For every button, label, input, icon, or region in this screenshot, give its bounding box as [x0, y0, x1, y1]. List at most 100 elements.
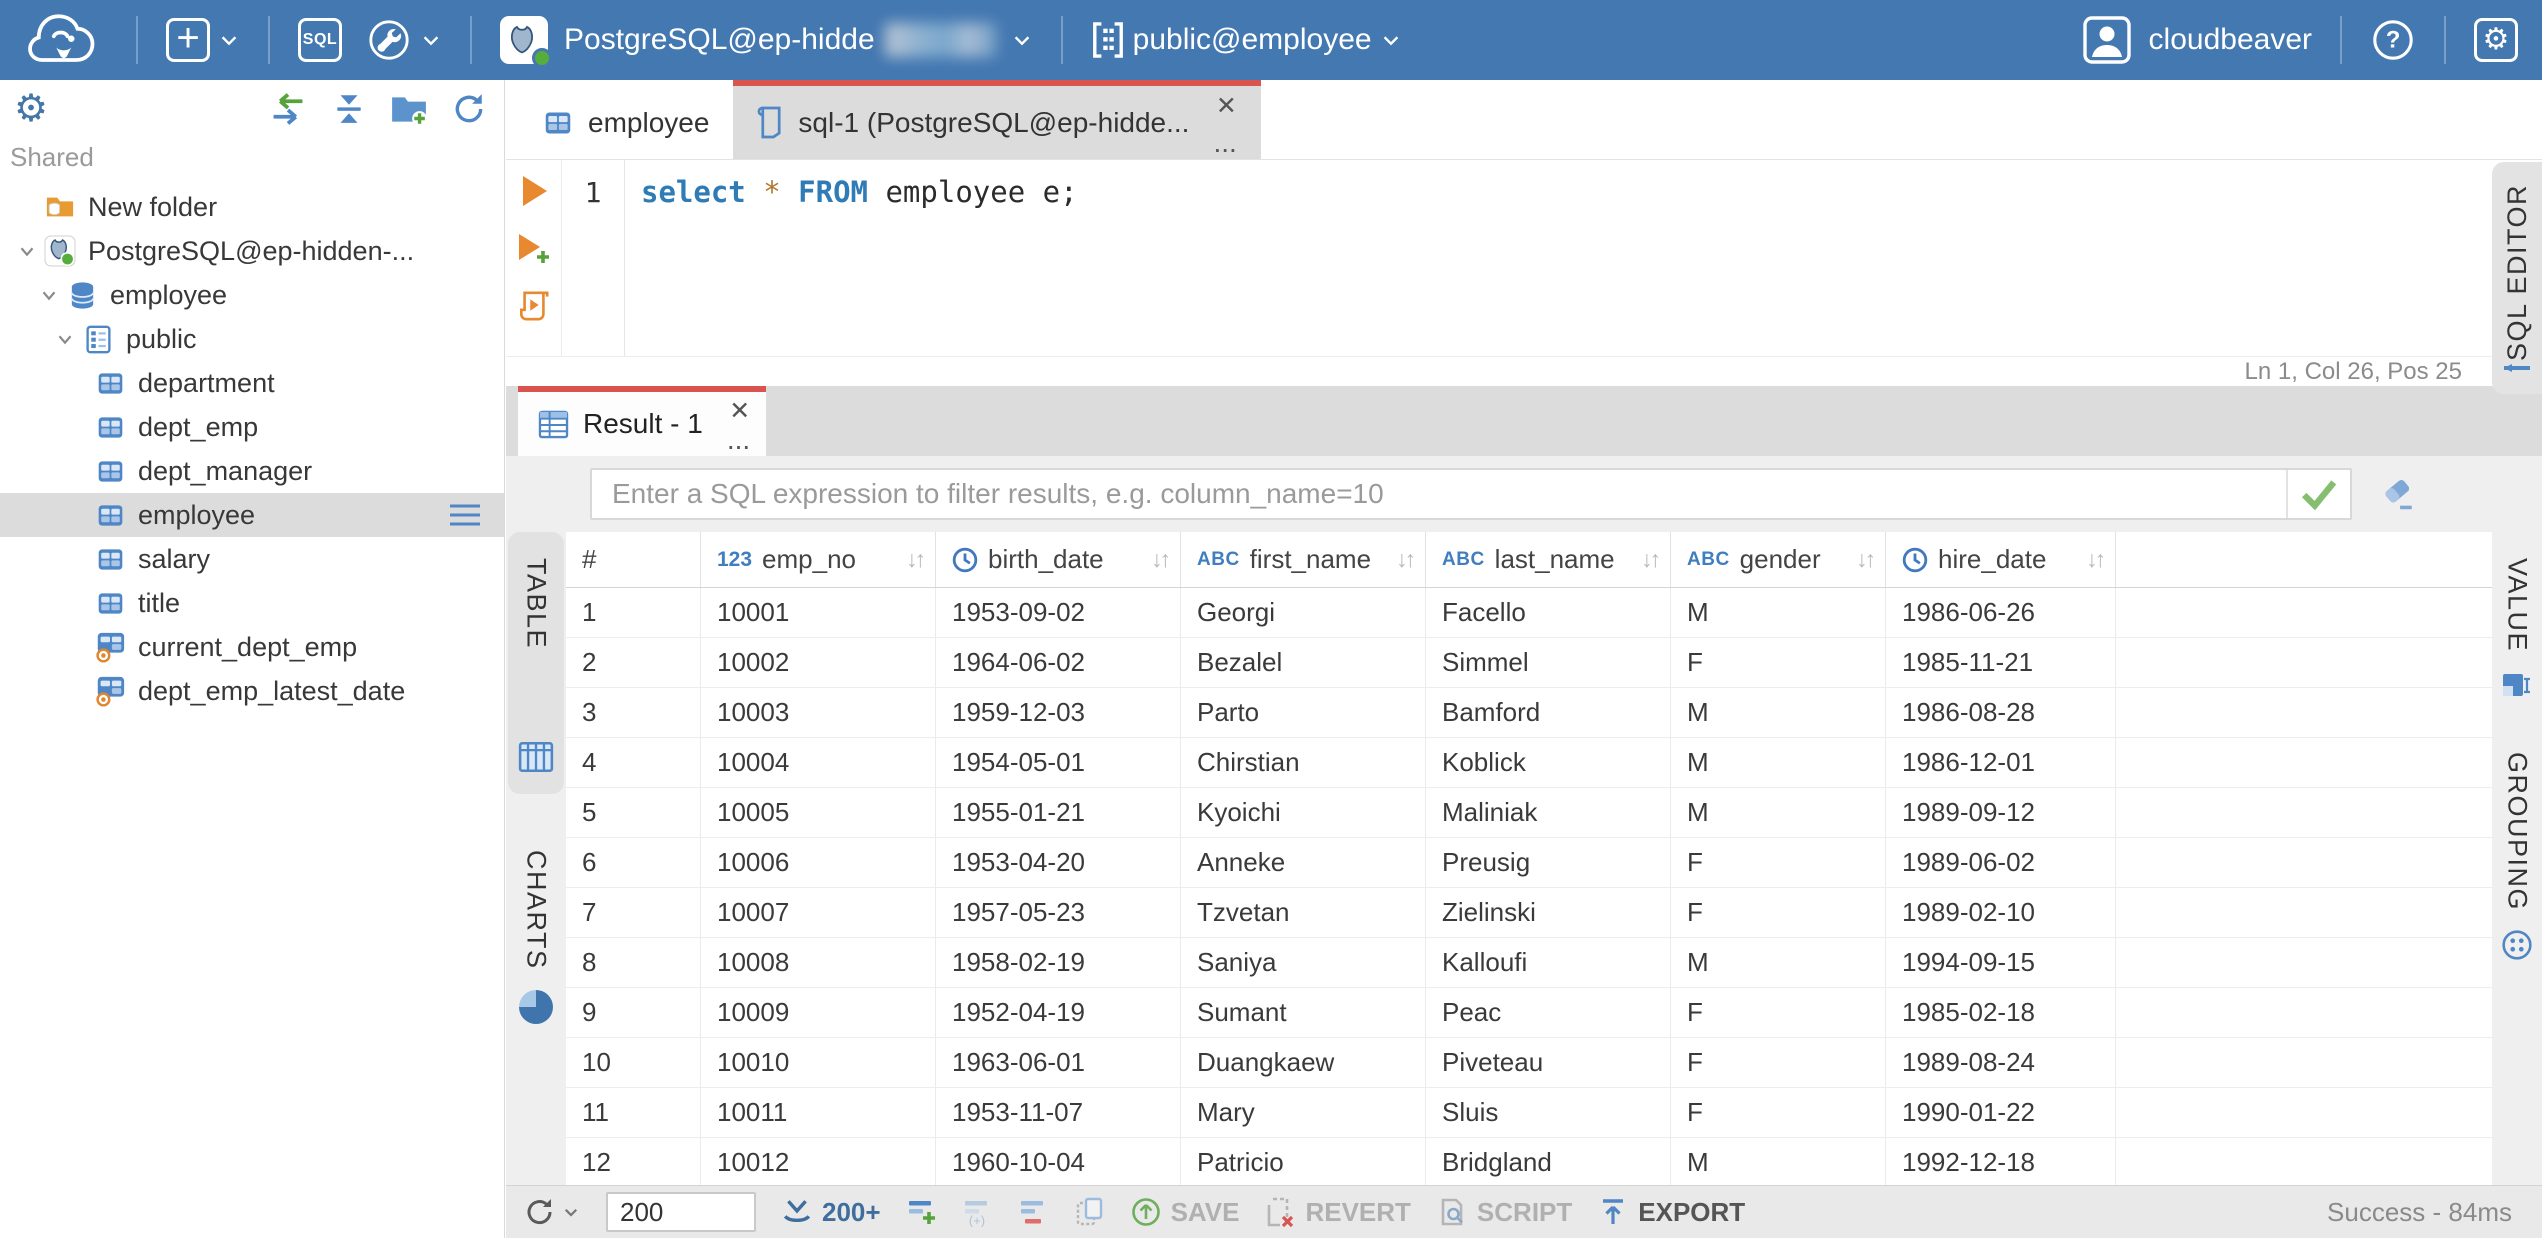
tab-table-view[interactable]: TABLE [508, 532, 564, 794]
cell[interactable]: 1958-02-19 [936, 938, 1181, 987]
cell[interactable]: 1986-08-28 [1886, 688, 2116, 737]
tab-sql-editor-vertical[interactable]: SQL EDITOR [2492, 162, 2542, 394]
user-menu[interactable]: cloudbeaver [2082, 16, 2312, 64]
cell[interactable]: 10009 [701, 988, 936, 1037]
tab-menu-icon[interactable]: ... [727, 426, 750, 454]
settings-button[interactable]: ⚙ [2474, 18, 2518, 62]
tab-charts-view[interactable]: CHARTS [508, 850, 564, 1024]
cell[interactable]: Maliniak [1426, 788, 1671, 837]
cell[interactable]: 10005 [701, 788, 936, 837]
tree-item-postgresql-ep-hidden-[interactable]: PostgreSQL@ep-hidden-... [0, 229, 504, 273]
cell[interactable]: 10007 [701, 888, 936, 937]
cell[interactable]: M [1671, 788, 1886, 837]
tab-grouping-panel[interactable]: GROUPING [2502, 752, 2533, 911]
cell[interactable]: Chirstian [1181, 738, 1426, 787]
new-folder-icon[interactable] [390, 92, 428, 126]
cell[interactable]: 1985-11-21 [1886, 638, 2116, 687]
cell[interactable]: Facello [1426, 588, 1671, 637]
cell[interactable]: 1989-09-12 [1886, 788, 2116, 837]
tree-item-title[interactable]: title [0, 581, 504, 625]
row-number[interactable]: 12 [566, 1138, 701, 1185]
sql-editor-button[interactable]: SQL [298, 18, 342, 62]
column-header-first_name[interactable]: ABC first_name ↓↑ [1181, 532, 1426, 587]
row-number[interactable]: 11 [566, 1088, 701, 1137]
export-button[interactable]: EXPORT [1598, 1197, 1745, 1228]
tree-item-dept-emp-latest-date[interactable]: dept_emp_latest_date [0, 669, 504, 713]
delete-row-button[interactable] [1019, 1197, 1049, 1227]
cell[interactable]: 10012 [701, 1138, 936, 1185]
column-header-hire_date[interactable]: hire_date ↓↑ [1886, 532, 2116, 587]
close-icon[interactable]: ✕ [1216, 93, 1237, 118]
cell[interactable]: 1964-06-02 [936, 638, 1181, 687]
cell[interactable]: Georgi [1181, 588, 1426, 637]
tree-item-salary[interactable]: salary [0, 537, 504, 581]
refresh-results-button[interactable] [524, 1196, 580, 1228]
cell[interactable]: M [1671, 938, 1886, 987]
execute-new-tab-button[interactable] [516, 232, 552, 266]
filter-input[interactable] [592, 470, 2286, 518]
cell[interactable]: Sluis [1426, 1088, 1671, 1137]
cell[interactable]: 10006 [701, 838, 936, 887]
cell[interactable]: 10001 [701, 588, 936, 637]
cell[interactable]: Bamford [1426, 688, 1671, 737]
column-header-last_name[interactable]: ABC last_name ↓↑ [1426, 532, 1671, 587]
duplicate-row-button[interactable]: (+) [963, 1197, 993, 1227]
column-header-gender[interactable]: ABC gender ↓↑ [1671, 532, 1886, 587]
cell[interactable]: 10010 [701, 1038, 936, 1087]
cell[interactable]: Preusig [1426, 838, 1671, 887]
chevron-down-icon[interactable] [14, 240, 40, 262]
cell[interactable]: 10002 [701, 638, 936, 687]
row-number[interactable]: 6 [566, 838, 701, 887]
tree-item-dept-emp[interactable]: dept_emp [0, 405, 504, 449]
cell[interactable]: Bezalel [1181, 638, 1426, 687]
clear-filter-button[interactable] [2380, 476, 2416, 512]
tree-item-dept-manager[interactable]: dept_manager [0, 449, 504, 493]
cell[interactable]: 1992-12-18 [1886, 1138, 2116, 1185]
sidebar-settings-icon[interactable]: ⚙ [14, 90, 48, 128]
tree-item-new-folder[interactable]: New folder [0, 185, 504, 229]
chevron-down-icon[interactable] [52, 328, 78, 350]
execute-query-button[interactable] [519, 174, 549, 208]
cell[interactable]: 1989-02-10 [1886, 888, 2116, 937]
chevron-down-icon[interactable] [36, 284, 62, 306]
cell[interactable]: 1957-05-23 [936, 888, 1181, 937]
sync-connection-icon[interactable] [268, 92, 308, 126]
cell[interactable]: M [1671, 1138, 1886, 1185]
refresh-icon[interactable] [452, 92, 486, 126]
cell[interactable]: 10008 [701, 938, 936, 987]
cell[interactable]: Piveteau [1426, 1038, 1671, 1087]
cell[interactable]: Patricio [1181, 1138, 1426, 1185]
cell[interactable]: 1953-09-02 [936, 588, 1181, 637]
cell[interactable]: Simmel [1426, 638, 1671, 687]
close-icon[interactable]: ✕ [729, 399, 750, 424]
apply-filter-button[interactable] [2286, 470, 2350, 518]
edit-document-button[interactable] [1075, 1197, 1105, 1227]
cell[interactable]: 1990-01-22 [1886, 1088, 2116, 1137]
cell[interactable]: Parto [1181, 688, 1426, 737]
cell[interactable]: F [1671, 1088, 1886, 1137]
column-header-emp_no[interactable]: 123 emp_no ↓↑ [701, 532, 936, 587]
cell[interactable]: Kyoichi [1181, 788, 1426, 837]
cell[interactable]: 1953-04-20 [936, 838, 1181, 887]
cell[interactable]: F [1671, 838, 1886, 887]
cell[interactable]: Mary [1181, 1088, 1426, 1137]
cell[interactable]: F [1671, 638, 1886, 687]
cell[interactable]: 10003 [701, 688, 936, 737]
cell[interactable]: M [1671, 738, 1886, 787]
revert-button[interactable]: REVERT [1265, 1197, 1411, 1228]
cell[interactable]: Anneke [1181, 838, 1426, 887]
value-panel-icon[interactable] [2502, 670, 2532, 700]
script-button[interactable]: SCRIPT [1437, 1197, 1572, 1228]
tab-sql-1[interactable]: sql-1 (PostgreSQL@ep-hidde... ✕ ... [733, 80, 1261, 159]
execute-script-button[interactable] [518, 290, 550, 322]
cell[interactable]: 10004 [701, 738, 936, 787]
tree-item-employee[interactable]: employee [0, 493, 504, 537]
cell[interactable]: Duangkaew [1181, 1038, 1426, 1087]
cell[interactable]: F [1671, 988, 1886, 1037]
cell[interactable]: M [1671, 688, 1886, 737]
tab-menu-icon[interactable]: ... [1213, 128, 1236, 156]
row-number[interactable]: 4 [566, 738, 701, 787]
cell[interactable]: 1952-04-19 [936, 988, 1181, 1037]
cell[interactable]: Saniya [1181, 938, 1426, 987]
tab-employee[interactable]: employee [518, 80, 733, 159]
